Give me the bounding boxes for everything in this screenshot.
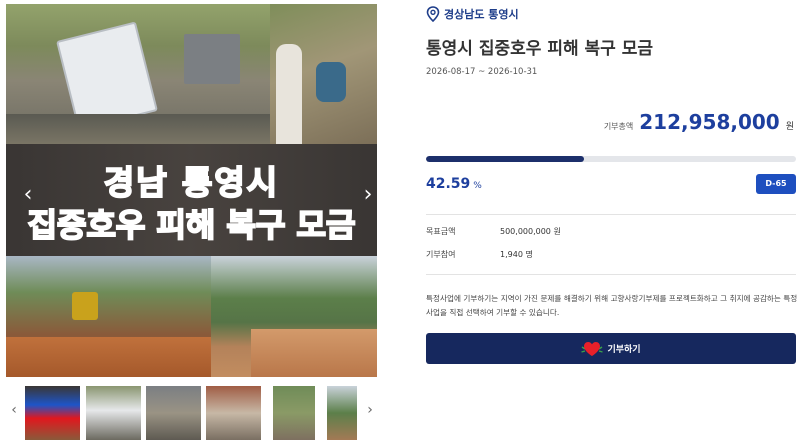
- banner-line1: 경남 통영시: [103, 162, 280, 203]
- thumbnail-2[interactable]: [86, 386, 141, 440]
- total-label: 기부총액: [603, 122, 634, 131]
- goal-label: 목표금액: [426, 227, 456, 236]
- participants-label: 기부참여: [426, 250, 456, 259]
- donate-button-label: 기부하기: [607, 345, 641, 355]
- campaign-period: 2026-08-17 ~ 2026-10-31: [426, 67, 538, 77]
- flood-damage-photo-river: [211, 256, 377, 377]
- donation-total: 기부총액 212,958,000 원: [604, 110, 794, 134]
- divider: [426, 274, 796, 275]
- flood-damage-photo-truck: [6, 4, 270, 144]
- region-tag: 경상남도 통영시: [426, 6, 519, 22]
- participants-value: 1,940 명: [500, 250, 533, 259]
- progress-percent: 42.59 %: [426, 176, 482, 192]
- campaign-banner: 경남 통영시 집중호우 피해 복구 모금: [6, 144, 377, 256]
- thumbnail-1[interactable]: [25, 386, 80, 440]
- heart-icon: [581, 341, 604, 356]
- progress-fill: [426, 156, 584, 162]
- chevron-right-icon[interactable]: ›: [358, 180, 377, 210]
- thumbnail-6[interactable]: [327, 386, 357, 440]
- d-day-badge: D-65: [756, 174, 796, 194]
- flood-damage-photo-landslide: [6, 256, 211, 377]
- thumbnail-3[interactable]: [146, 386, 201, 440]
- total-value: 212,958,000: [639, 110, 780, 134]
- thumb-next-icon[interactable]: ›: [364, 402, 376, 418]
- main-image-carousel: 경남 통영시 집중호우 피해 복구 모금 ‹ ›: [6, 4, 377, 377]
- percent-symbol: %: [473, 181, 482, 191]
- percent-value: 42.59: [426, 176, 471, 192]
- progress-bar: [426, 156, 796, 162]
- thumbnail-5[interactable]: [273, 386, 315, 440]
- donate-button[interactable]: 기부하기: [426, 333, 796, 364]
- campaign-title: 통영시 집중호우 피해 복구 모금: [426, 39, 653, 59]
- region-label: 경상남도 통영시: [444, 8, 519, 21]
- thumb-prev-icon[interactable]: ‹: [8, 402, 20, 418]
- campaign-description: 특정사업에 기부하기는 지역이 가진 문제를 해결하기 위해 고향사랑기부제를 …: [426, 294, 798, 317]
- banner-line2: 집중호우 피해 복구 모금: [27, 205, 357, 245]
- flood-damage-photo-cleanup: [270, 4, 377, 144]
- total-unit: 원: [785, 122, 794, 132]
- location-pin-icon: [426, 6, 440, 22]
- thumbnail-4[interactable]: [206, 386, 261, 440]
- divider: [426, 214, 796, 215]
- thumbnail-strip: ‹ ›: [6, 384, 377, 440]
- goal-value: 500,000,000 원: [500, 227, 561, 236]
- chevron-left-icon[interactable]: ‹: [18, 180, 38, 210]
